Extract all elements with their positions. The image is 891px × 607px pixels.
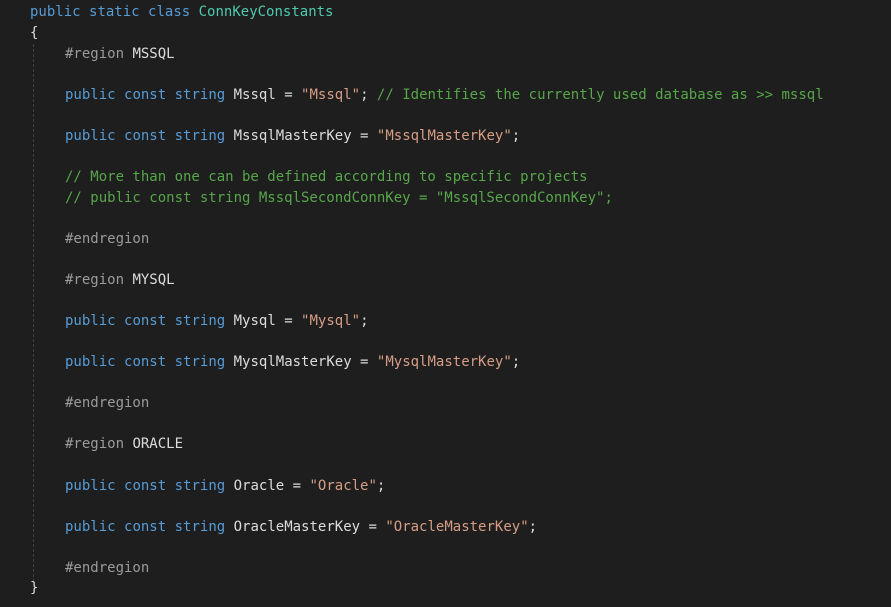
code-line: public const string Mssql = "Mssql"; // … [65, 85, 824, 105]
string-token: "MysqlMasterKey" [376, 354, 512, 370]
keyword-token: string [174, 519, 226, 535]
code-text: MysqlMasterKey = [225, 354, 377, 370]
code-text: Oracle = [225, 478, 310, 494]
keyword-token: public [30, 4, 81, 20]
code-line: #region MSSQL [65, 44, 175, 64]
keyword-token: const [124, 128, 167, 144]
code-line: public const string MysqlMasterKey = "My… [65, 352, 520, 372]
keyword-token: public [65, 128, 116, 144]
comment-token: // public const string MssqlSecondConnKe… [65, 190, 613, 206]
code-text: } [30, 580, 39, 596]
code-line: public const string MssqlMasterKey = "Ms… [65, 126, 520, 146]
code-line: { [30, 23, 38, 43]
code-line: #endregion [65, 229, 149, 249]
keyword-token: public [65, 87, 116, 103]
string-token: "Mysql" [301, 313, 361, 329]
keyword-token: const [124, 519, 167, 535]
code-text: Mssql = [225, 87, 302, 103]
comment-token: // More than one can be defined accordin… [65, 169, 588, 185]
keyword-token: static [89, 4, 140, 20]
type-token: ConnKeyConstants [198, 4, 334, 20]
preprocessor-token: #region [65, 436, 125, 452]
code-line: public static class ConnKeyConstants [30, 2, 333, 22]
code-text: ; [376, 478, 386, 494]
preprocessor-token: #endregion [65, 395, 150, 411]
keyword-token: const [124, 354, 167, 370]
code-text: { [30, 25, 39, 41]
string-token: "MssqlMasterKey" [376, 128, 512, 144]
keyword-token: const [124, 478, 167, 494]
keyword-token: string [174, 128, 226, 144]
keyword-token: public [65, 478, 116, 494]
code-editor[interactable]: public static class ConnKeyConstants { #re… [0, 0, 891, 607]
code-line: #region ORACLE [65, 434, 183, 454]
code-text: ORACLE [124, 436, 184, 452]
keyword-token: string [174, 478, 226, 494]
code-text: MSSQL [124, 46, 175, 62]
keyword-token: string [174, 87, 226, 103]
keyword-token: const [124, 313, 167, 329]
keyword-token: string [174, 354, 226, 370]
indent-guide [33, 44, 34, 582]
keyword-token: public [65, 313, 116, 329]
code-text: ; [360, 313, 369, 329]
code-line: // More than one can be defined accordin… [65, 167, 588, 187]
code-line: } [30, 578, 38, 598]
keyword-token: string [174, 313, 226, 329]
comment-token: // Identifies the currently used databas… [376, 87, 824, 103]
keyword-token: public [65, 354, 116, 370]
code-text: MssqlMasterKey = [225, 128, 377, 144]
code-line: #region MYSQL [65, 270, 175, 290]
code-text: ; [511, 354, 521, 370]
code-line: // public const string MssqlSecondConnKe… [65, 188, 613, 208]
keyword-token: const [124, 87, 167, 103]
string-token: "OracleMasterKey" [385, 519, 529, 535]
code-text: ; [360, 87, 377, 103]
code-line: #endregion [65, 393, 149, 413]
code-text: OracleMasterKey = [225, 519, 386, 535]
code-line: public const string Oracle = "Oracle"; [65, 476, 385, 496]
preprocessor-token: #endregion [65, 560, 150, 576]
code-line: public const string OracleMasterKey = "O… [65, 517, 537, 537]
keyword-token: public [65, 519, 116, 535]
preprocessor-token: #endregion [65, 231, 150, 247]
code-text: ; [528, 519, 538, 535]
string-token: "Mssql" [301, 87, 361, 103]
preprocessor-token: #region [65, 272, 125, 288]
code-text: Mysql = [225, 313, 302, 329]
code-text: ; [511, 128, 521, 144]
code-line: public const string Mysql = "Mysql"; [65, 311, 369, 331]
code-text: MYSQL [124, 272, 175, 288]
keyword-token: class [148, 4, 191, 20]
preprocessor-token: #region [65, 46, 125, 62]
string-token: "Oracle" [309, 478, 377, 494]
code-line: #endregion [65, 558, 149, 578]
